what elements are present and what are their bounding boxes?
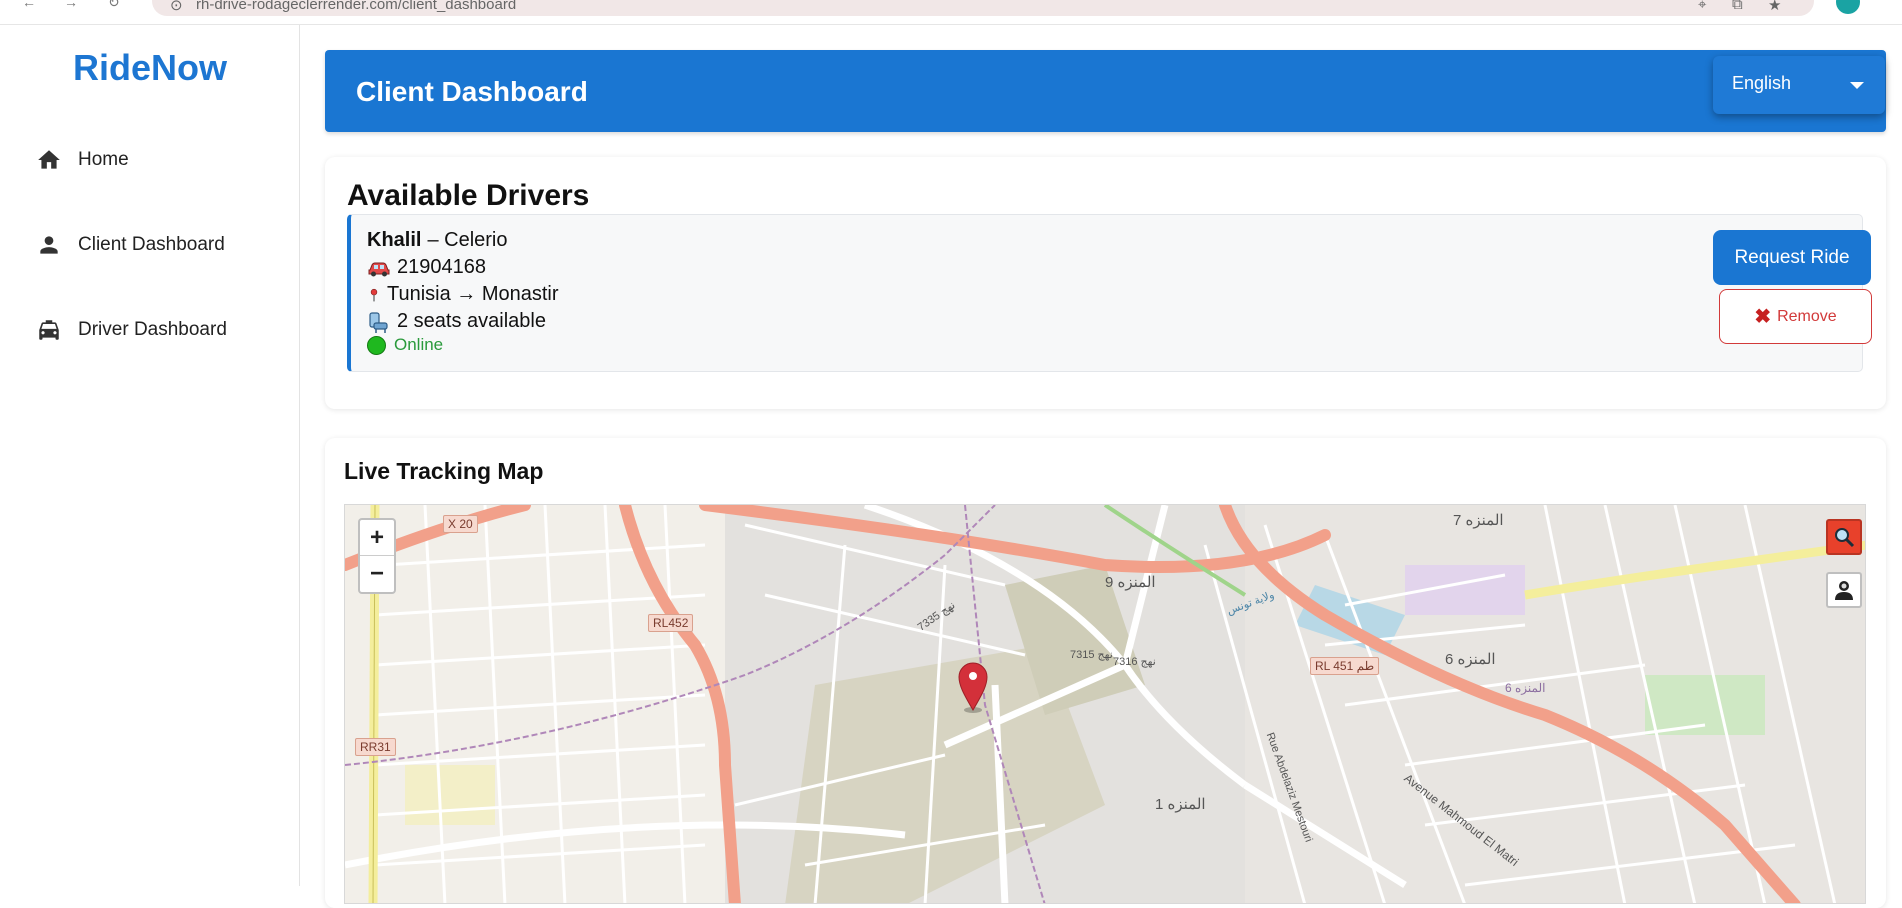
driver-status-line: Online	[367, 335, 443, 355]
sidebar-item-label: Driver Dashboard	[78, 319, 227, 340]
reload-icon[interactable]: ↻	[108, 0, 120, 11]
sidebar-item-home[interactable]: Home	[36, 140, 129, 180]
user-icon	[1835, 581, 1853, 600]
live-tracking-map-card: Live Tracking Map X 20 RL452 RR31 RL 451…	[325, 438, 1886, 908]
home-icon	[38, 150, 60, 169]
map-locate-user-button[interactable]	[1826, 572, 1862, 608]
bookmark-star-icon[interactable]: ★	[1768, 0, 1781, 14]
map-place-label: المنزه 6	[1445, 651, 1496, 668]
address-bar[interactable]: ⊙ rh-drive-rodageclerrender.com/client_d…	[152, 0, 1814, 16]
map-road-label: RR31	[355, 738, 396, 756]
sidebar-item-label: Home	[78, 149, 129, 170]
map-zoom-control: + −	[358, 518, 396, 594]
brand-logo[interactable]: RideNow	[0, 47, 300, 89]
chevron-down-icon	[1850, 82, 1864, 89]
language-select[interactable]: English	[1713, 56, 1885, 114]
address-url[interactable]: rh-drive-rodageclerrender.com/client_das…	[196, 0, 516, 13]
tracking-map[interactable]: X 20 RL452 RR31 RL 451 طم المنزه 9 المنز…	[344, 504, 1866, 904]
map-search-button[interactable]	[1826, 519, 1862, 555]
remove-driver-button[interactable]: ✖ Remove	[1719, 289, 1872, 344]
map-road-label: RL452	[648, 614, 694, 632]
sidebar-item-label: Client Dashboard	[78, 234, 225, 255]
language-select-value: English	[1732, 73, 1792, 93]
pin-icon	[370, 288, 378, 301]
map-road-label: RL 451 طم	[1310, 657, 1380, 675]
map-street-label: نهج 7315	[1070, 649, 1113, 661]
search-icon	[1835, 528, 1855, 548]
location-icon[interactable]: ⌖	[1698, 0, 1706, 13]
map-place-label: المنزه 9	[1105, 574, 1156, 591]
driver-seats-line: 2 seats available	[367, 310, 546, 333]
back-icon[interactable]: ←	[22, 0, 36, 10]
map-street-label: نهج 7316	[1113, 656, 1156, 668]
driver-name-line: Khalil – Celerio	[367, 229, 508, 252]
page-header: Client Dashboard English	[325, 50, 1886, 132]
translate-icon[interactable]: ⧉	[1732, 0, 1743, 13]
driver-name: Khalil	[367, 229, 422, 251]
remove-button-label: Remove	[1777, 307, 1837, 325]
map-place-label: المنزه 6	[1505, 681, 1546, 695]
status-badge: Online	[394, 335, 444, 354]
profile-avatar[interactable]	[1836, 0, 1860, 14]
zoom-out-button[interactable]: −	[360, 556, 394, 592]
seat-icon	[369, 311, 388, 333]
sidebar-item-driver-dashboard[interactable]: Driver Dashboard	[36, 310, 227, 350]
driver-phone-line: 21904168	[367, 256, 486, 279]
map-place-label: المنزه 1	[1155, 796, 1206, 813]
section-title: Live Tracking Map	[344, 458, 544, 484]
section-title: Available Drivers	[347, 179, 590, 212]
driver-route-line: Tunisia → Monastir	[367, 283, 559, 306]
map-road-label: X 20	[443, 515, 478, 533]
driver-phone: 21904168	[397, 256, 486, 278]
driver-car-model: – Celerio	[427, 229, 508, 251]
driver-list-item: Khalil – Celerio 21904168 Tunisia → Mona…	[347, 214, 1872, 372]
forward-icon[interactable]: →	[64, 0, 78, 10]
zoom-in-button[interactable]: +	[360, 520, 394, 556]
car-icon	[368, 262, 390, 276]
site-info-icon[interactable]: ⊙	[170, 0, 183, 14]
driver-seats: 2 seats available	[397, 310, 546, 332]
request-ride-button[interactable]: Request Ride	[1713, 230, 1871, 285]
taxi-icon	[39, 320, 59, 340]
available-drivers-card: Available Drivers Khalil – Celerio 21904…	[325, 157, 1886, 409]
driver-route: Tunisia → Monastir	[387, 283, 559, 305]
sidebar-item-client-dashboard[interactable]: Client Dashboard	[36, 225, 225, 265]
person-icon	[40, 236, 58, 254]
map-tiles	[345, 505, 1865, 903]
map-place-label: المنزه 7	[1453, 512, 1504, 529]
close-icon: ✖	[1754, 306, 1772, 328]
online-status-icon	[367, 335, 386, 355]
browser-toolbar: ← → ↻ ⊙ rh-drive-rodageclerrender.com/cl…	[0, 0, 1902, 25]
page-title: Client Dashboard	[356, 76, 588, 107]
sidebar: RideNow Home Client Dashboard Driver Das…	[0, 25, 300, 886]
